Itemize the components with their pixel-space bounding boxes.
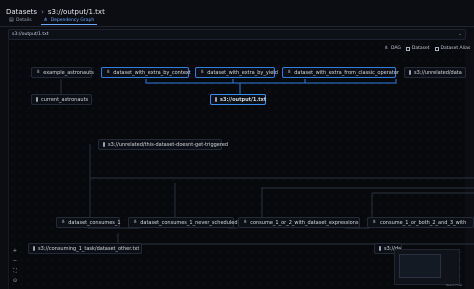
attribution[interactable]: React Flow	[446, 283, 462, 287]
dag-node-extra-by-yield[interactable]: ⋔ dataset_with_extra_by_yield	[195, 67, 278, 78]
dag-icon: ⋔	[36, 69, 41, 75]
focus-icon[interactable]: ⊙	[12, 278, 18, 284]
legend-dag-label: DAG	[391, 46, 401, 51]
dag-icon: ⋔	[106, 69, 111, 75]
dag-node-extra-by-context[interactable]: ⋔ dataset_with_extra_by_context	[101, 67, 191, 78]
dag-icon: ⋔	[287, 69, 292, 75]
dag-node-example-astronauts[interactable]: ⋔ example_astronauts	[31, 67, 94, 78]
dataset-icon	[215, 97, 217, 102]
graph-legend: ⋔ DAG Dataset Dataset Alias	[384, 45, 471, 52]
zoom-controls: + − ⛶ ⊙	[12, 248, 18, 284]
dag-node-never-scheduled[interactable]: ⋔ dataset_consumes_1_never_scheduled	[128, 217, 238, 228]
legend-dag: ⋔ DAG	[384, 45, 401, 52]
legend-dataset: Dataset	[405, 46, 430, 51]
dataset-icon	[409, 70, 411, 75]
node-label: s3://output/1.txt	[220, 96, 267, 103]
dag-icon: ⋔	[61, 219, 66, 225]
node-label: example_astronauts	[43, 69, 94, 76]
legend-alias-label: Dataset Alias	[440, 46, 471, 51]
dag-icon: ⋔	[133, 219, 138, 225]
dataset-node-output-1[interactable]: s3://output/1.txt	[210, 94, 266, 105]
zoom-in-icon[interactable]: +	[12, 248, 18, 254]
minimap[interactable]	[394, 249, 460, 285]
dag-icon: ⋔	[243, 219, 248, 225]
dag-icon: ⋔	[372, 219, 377, 225]
dataset-node-unrelated-data[interactable]: s3://unrelated/data	[404, 67, 466, 78]
dag-icon: ⋔	[384, 45, 389, 51]
node-label: s3://unrelated/data	[414, 69, 462, 76]
dag-icon: ⋔	[200, 69, 205, 75]
dataset-node-current-astronauts[interactable]: current_astronauts	[31, 94, 92, 105]
dataset-node-consuming-task[interactable]: s3://consuming_1_task/dataset_other.txt	[28, 243, 142, 254]
node-label: current_astronauts	[41, 96, 89, 103]
node-label: dataset_with_extra_by_context	[113, 69, 191, 76]
node-label: s3://unrelated/this-dataset-doesnt-get-t…	[108, 141, 229, 148]
dataset-alias-icon	[434, 46, 439, 51]
dag-node-consume-both[interactable]: ⋔ consume_1_or_both_2_and_3_with	[367, 217, 474, 228]
dataset-icon	[103, 142, 105, 147]
minimap-viewport[interactable]	[399, 254, 441, 278]
dataset-icon	[33, 246, 35, 251]
dag-node-extra-classic-operator[interactable]: ⋔ dataset_with_extra_from_classic_operato…	[282, 67, 399, 78]
dataset-icon	[36, 97, 38, 102]
dag-node-dataset-consumes-1[interactable]: ⋔ dataset_consumes_1	[56, 217, 121, 228]
legend-alias: Dataset Alias	[434, 46, 471, 51]
node-label: dataset_consumes_1_never_scheduled	[140, 219, 238, 226]
fit-view-icon[interactable]: ⛶	[12, 268, 18, 274]
dataset-icon	[379, 246, 381, 251]
node-label: dataset_with_extra_by_yield	[207, 69, 278, 76]
dag-node-consume-expressions[interactable]: ⋔ consume_1_or_2_with_dataset_expressions	[238, 217, 360, 228]
zoom-out-icon[interactable]: −	[12, 258, 18, 264]
node-label: s3://consuming_1_task/dataset_other.txt	[38, 245, 140, 252]
dataset-icon	[405, 46, 410, 51]
legend-dataset-label: Dataset	[411, 46, 430, 51]
node-label: consume_1_or_both_2_and_3_with	[380, 219, 467, 226]
dataset-node-unrelated-never-triggered[interactable]: s3://unrelated/this-dataset-doesnt-get-t…	[98, 139, 228, 150]
node-label: consume_1_or_2_with_dataset_expressions	[250, 219, 359, 226]
node-label: dataset_consumes_1	[68, 219, 121, 226]
node-label: dataset_with_extra_from_classic_operator	[294, 69, 399, 76]
